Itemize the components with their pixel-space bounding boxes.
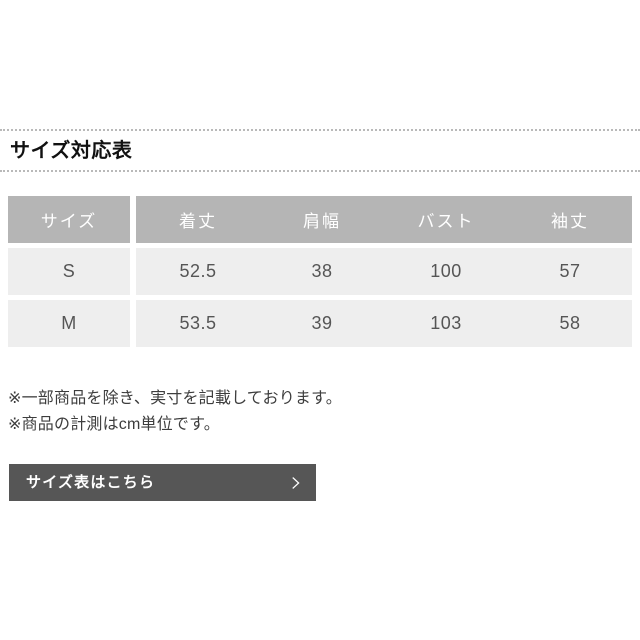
chevron-right-icon: [290, 476, 302, 489]
notes-block: ※一部商品を除き、実寸を記載しております。 ※商品の計測はcm単位です。: [8, 386, 628, 439]
table-row: M 53.5 39 103 58: [8, 300, 632, 347]
section-header: サイズ対応表: [0, 129, 640, 172]
table-header-length: 着丈: [136, 196, 260, 243]
table-header-shoulder: 肩幅: [260, 196, 384, 243]
size-chart-link-label: サイズ表はこちら: [26, 474, 156, 491]
size-chart-link-button[interactable]: サイズ表はこちら: [9, 464, 316, 501]
size-chart-page: サイズ対応表 サイズ 着丈 肩幅 バスト 袖丈 S 52.5 38 100 57…: [0, 0, 640, 640]
cell-sleeve: 58: [508, 300, 632, 347]
note-actual-measurement: ※一部商品を除き、実寸を記載しております。: [8, 390, 342, 407]
cell-sleeve: 57: [508, 248, 632, 295]
table-row: S 52.5 38 100 57: [8, 248, 632, 295]
note-unit-cm: ※商品の計測はcm単位です。: [8, 416, 220, 434]
cell-shoulder: 38: [260, 248, 384, 295]
cell-bust: 103: [384, 300, 508, 347]
table-header-bust: バスト: [384, 196, 508, 243]
divider-bottom: [0, 170, 640, 172]
cell-size: M: [8, 300, 130, 347]
size-table: サイズ 着丈 肩幅 バスト 袖丈 S 52.5 38 100 57 M 53.5…: [8, 196, 632, 347]
cell-length: 53.5: [136, 300, 260, 347]
cell-shoulder: 39: [260, 300, 384, 347]
table-header-row: サイズ 着丈 肩幅 バスト 袖丈: [8, 196, 632, 243]
table-header-sleeve: 袖丈: [508, 196, 632, 243]
table-header-size: サイズ: [8, 196, 130, 243]
page-title: サイズ対応表: [10, 140, 133, 162]
cell-size: S: [8, 248, 130, 295]
cell-length: 52.5: [136, 248, 260, 295]
cell-bust: 100: [384, 248, 508, 295]
